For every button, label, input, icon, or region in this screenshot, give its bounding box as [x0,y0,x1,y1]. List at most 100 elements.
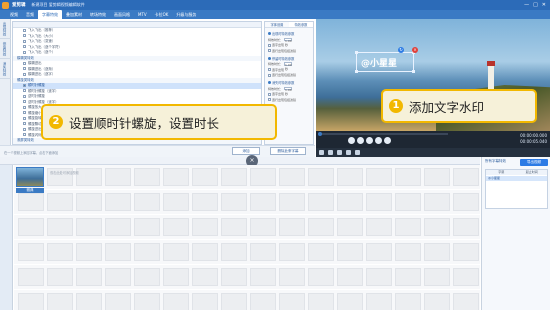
minimize-icon[interactable]: — [524,2,529,8]
timeline-slot[interactable] [395,243,421,261]
timeline-slot[interactable] [105,293,131,310]
timeline-slot[interactable] [47,268,73,286]
timeline-slot[interactable] [337,293,363,310]
checkbox-icon[interactable] [23,28,26,32]
tab-video[interactable]: 视频 [6,10,22,19]
timeline-slot[interactable] [221,268,247,286]
timeline-slot[interactable] [279,168,305,186]
next-icon[interactable] [375,137,382,144]
checkbox-icon[interactable] [23,61,26,65]
timeline-slot[interactable] [221,218,247,236]
checkbox[interactable] [268,98,271,101]
tab-transitions[interactable]: 转场特效 [86,10,110,19]
timeline-slot[interactable] [192,293,218,310]
timeline-slot[interactable] [163,293,189,310]
tab-effect-params[interactable]: 特效参数 [289,22,313,27]
timeline-slot[interactable] [453,168,479,186]
timeline-slot[interactable] [250,268,276,286]
timeline-slot[interactable] [47,218,73,236]
play-icon[interactable] [348,137,355,144]
timeline-slot[interactable] [366,243,392,261]
timeline-track[interactable] [14,215,480,239]
timeline-slot[interactable] [192,168,218,186]
watermark-text[interactable]: @小星星 [361,56,397,69]
timeline-slot[interactable] [366,268,392,286]
timeline-slot[interactable] [134,268,160,286]
timeline-slot[interactable] [366,293,392,310]
timeline-track[interactable] [14,165,480,189]
timeline-slot[interactable] [250,193,276,211]
timeline-slot[interactable] [395,168,421,186]
timeline-slot[interactable] [395,268,421,286]
crop-icon[interactable] [346,150,351,155]
duration-input[interactable]: 1.00 秒 [284,62,293,71]
timeline-slot[interactable] [366,218,392,236]
timeline-slot[interactable] [76,243,102,261]
checkbox-icon[interactable] [23,105,26,109]
volume-icon[interactable] [355,150,360,155]
timeline-slot[interactable] [308,293,334,310]
timeline-slot[interactable] [279,243,305,261]
tab-picture-style[interactable]: 画面风格 [110,10,134,19]
timeline-slot[interactable] [453,243,479,261]
snapshot-icon[interactable] [328,150,333,155]
timeline-slot[interactable] [76,193,102,211]
timeline-slot[interactable] [424,243,450,261]
checkbox-icon[interactable] [23,133,26,136]
timeline-slot[interactable] [163,168,189,186]
timeline-slot[interactable] [308,268,334,286]
checkbox-icon[interactable] [23,67,26,70]
timeline-slot[interactable] [47,193,73,211]
timeline-slot[interactable] [134,243,160,261]
tab-mtv[interactable]: MTV [134,10,151,19]
timeline-slot[interactable] [192,193,218,211]
duration-input[interactable]: 1.00 秒 [284,86,293,96]
export-button[interactable]: 导出视频 [520,159,548,166]
timeline-slot[interactable] [279,193,305,211]
duration-input[interactable]: 1.00 秒 [284,37,293,47]
tab-upgrade[interactable]: 升级与服务 [172,10,200,19]
remove-subtitle-button[interactable]: 删除此条字幕 [270,147,306,155]
timeline-slot[interactable] [250,168,276,186]
timeline-slot[interactable] [308,168,334,186]
timeline-slot[interactable] [221,193,247,211]
timeline-slot[interactable] [337,243,363,261]
checkbox[interactable] [268,68,271,71]
rotate-icon[interactable]: ↻ [398,47,404,53]
close-icon[interactable]: ✕ [542,2,546,8]
timeline-track[interactable] [14,190,480,214]
seek-bar[interactable] [318,132,448,136]
timeline-slot[interactable] [424,218,450,236]
timeline-slot[interactable] [424,193,450,211]
timeline-slot[interactable] [134,293,160,310]
checkbox-icon[interactable] [23,50,26,54]
timeline-slot[interactable] [76,293,102,310]
timeline-slot[interactable] [424,293,450,310]
checkbox-icon[interactable] [23,39,26,43]
tab-font-settings[interactable]: 字体设置 [265,22,289,27]
timeline-slot[interactable] [250,218,276,236]
timeline-slot[interactable] [192,218,218,236]
checkbox-icon[interactable] [23,127,26,131]
timeline-slot[interactable] [453,193,479,211]
pause-icon[interactable] [357,137,364,144]
timeline-slot[interactable] [221,168,247,186]
checkbox-icon[interactable] [23,45,26,48]
timeline-slot[interactable] [308,243,334,261]
timeline-slot[interactable] [163,243,189,261]
timeline-slot[interactable] [250,243,276,261]
tab-appear[interactable]: 出现特效 [0,19,11,39]
timeline-slot[interactable] [453,293,479,310]
timeline-slot[interactable] [76,168,102,186]
checkbox[interactable] [268,49,271,52]
timeline-slot[interactable] [105,218,131,236]
timeline-slot[interactable] [424,168,450,186]
timeline-track[interactable] [14,290,480,310]
timeline-slot[interactable] [192,243,218,261]
timeline-slot[interactable] [18,268,44,286]
timeline-track[interactable] [14,240,480,264]
timeline-slot[interactable] [163,268,189,286]
tab-stay[interactable]: 停留特效 [0,39,11,59]
timeline-slot[interactable] [76,268,102,286]
tab-karaoke[interactable]: 卡拉OK [151,10,173,19]
